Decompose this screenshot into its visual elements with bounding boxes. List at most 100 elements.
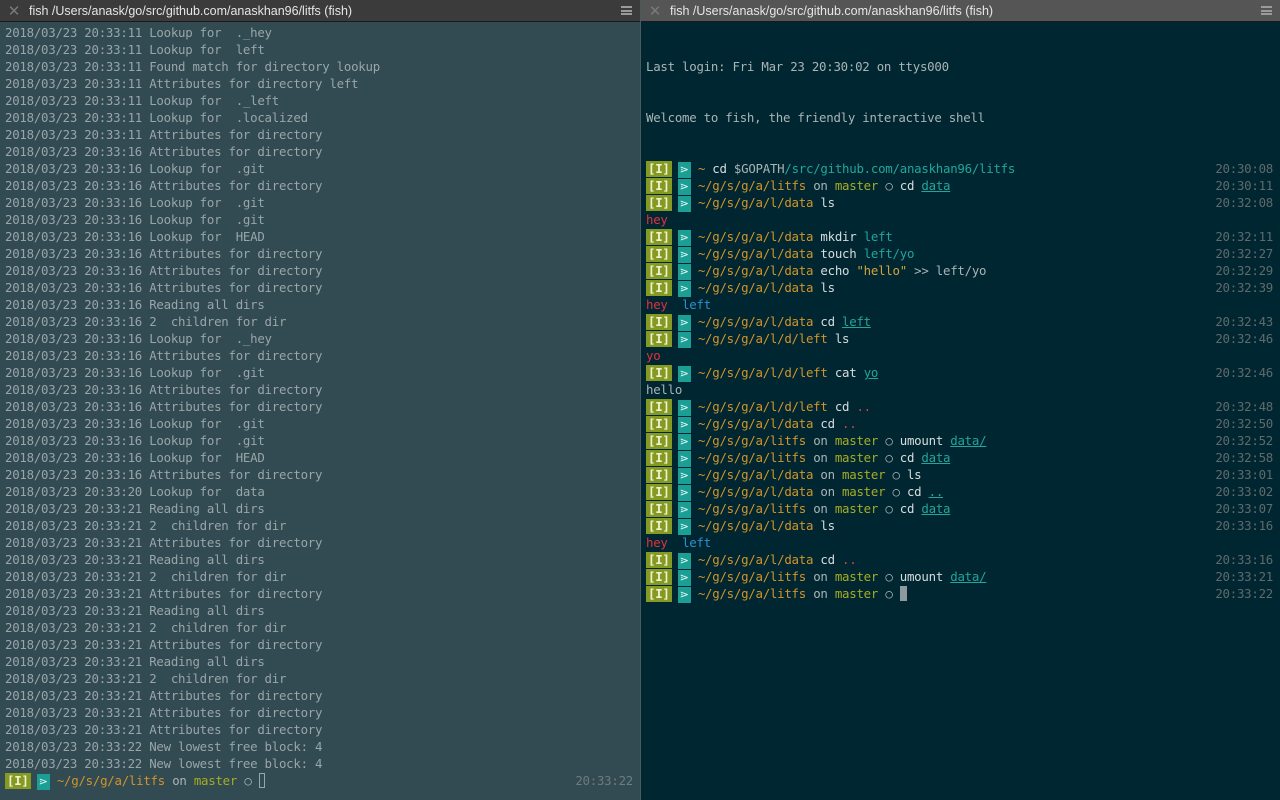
output-text: hey — [646, 535, 668, 550]
prompt-line: [I] ⋗ ~/g/s/g/a/l/data ls 20:33:16 — [646, 517, 1275, 535]
command-name: cd — [820, 416, 835, 431]
hamburger-menu-icon[interactable] — [621, 6, 632, 15]
text-cursor[interactable] — [899, 586, 907, 601]
log-line: 2018/03/23 20:33:21 Reading all dirs — [5, 501, 265, 516]
close-icon[interactable]: ✕ — [644, 2, 666, 20]
git-branch: master — [834, 450, 879, 465]
prompt-line: [I] ⋗ ~/g/s/g/a/litfs on master ○ 20:33:2… — [646, 585, 1275, 603]
log-line: 2018/03/23 20:33:21 Attributes for direc… — [5, 586, 323, 601]
prompt-arrow-icon: ⋗ — [677, 332, 691, 348]
prompt-timestamp: 20:32:27 — [1215, 246, 1273, 261]
prompt-arrow-icon: ⋗ — [677, 162, 691, 178]
right-pane-title: fish /Users/anask/go/src/github.com/anas… — [670, 3, 994, 18]
command-argument: data/ — [950, 433, 987, 448]
left-terminal-pane[interactable]: ✕ fish /Users/anask/go/src/github.com/an… — [0, 0, 640, 800]
prompt-line: [I] ⋗ ~/g/s/g/a/l/data ls 20:32:39 — [646, 279, 1275, 297]
command-name: cd — [820, 314, 835, 329]
git-dirty-indicator: ○ — [885, 586, 893, 601]
prompt-line: [I] ⋗ ~/g/s/g/a/l/data touch left/yo 20:32… — [646, 245, 1275, 263]
vi-mode-indicator: [I] — [646, 331, 672, 347]
right-terminal-output[interactable]: Last login: Fri Mar 23 20:30:02 on ttys0… — [646, 24, 1275, 603]
prompt-cwd: ~/g/s/g/a/l/data — [697, 280, 814, 295]
prompt-cwd: ~ — [697, 161, 706, 176]
prompt-cwd: ~/g/s/g/a/litfs — [697, 450, 806, 465]
prompt-timestamp: 20:32:39 — [1215, 280, 1273, 295]
prompt-cwd: ~/g/s/g/a/l/data — [697, 484, 814, 499]
log-line: 2018/03/23 20:33:11 Lookup for left — [5, 42, 265, 57]
command-argument: left — [863, 229, 893, 244]
prompt-arrow-icon: ⋗ — [677, 587, 691, 603]
git-dirty-indicator: ○ — [885, 569, 893, 584]
vi-mode-indicator: [I] — [646, 399, 672, 415]
prompt-cwd: ~/g/s/g/a/l/data — [697, 195, 814, 210]
prompt-arrow-icon: ⋗ — [677, 451, 691, 467]
right-terminal-pane[interactable]: ✕ fish /Users/anask/go/src/github.com/an… — [641, 0, 1280, 800]
prompt-cwd: ~/g/s/g/a/l/data — [697, 263, 814, 278]
vi-mode-indicator: [I] — [646, 178, 672, 194]
prompt-cwd: ~/g/s/g/a/litfs — [56, 773, 165, 788]
log-line: 2018/03/23 20:33:20 Lookup for data — [5, 484, 265, 499]
prompt-timestamp: 20:33:22 — [1215, 586, 1273, 601]
prompt-timestamp: 20:30:11 — [1215, 178, 1273, 193]
log-line: 2018/03/23 20:33:16 Attributes for direc… — [5, 399, 323, 414]
command-argument: .. — [928, 484, 944, 499]
hamburger-menu-icon[interactable] — [1261, 6, 1272, 15]
git-branch: master — [834, 178, 879, 193]
log-line: 2018/03/23 20:33:16 Attributes for direc… — [5, 178, 323, 193]
prompt-arrow-icon: ⋗ — [36, 774, 50, 790]
left-terminal-output[interactable]: 2018/03/23 20:33:11 Lookup for ._hey 2018… — [5, 24, 635, 790]
command-output-line: hey — [646, 211, 1275, 228]
prompt-arrow-icon: ⋗ — [677, 417, 691, 433]
vi-mode-indicator: [I] — [646, 552, 672, 568]
prompt-timestamp: 20:32:08 — [1215, 195, 1273, 210]
prompt-on: on — [820, 484, 835, 499]
prompt-on: on — [813, 450, 828, 465]
vi-mode-indicator: [I] — [646, 484, 672, 500]
log-line: 2018/03/23 20:33:21 2 children for dir — [5, 620, 287, 635]
vi-mode-indicator: [I] — [646, 467, 672, 483]
log-line: 2018/03/23 20:33:11 Attributes for direc… — [5, 127, 323, 142]
command-name: ls — [820, 518, 835, 533]
command-name: echo — [820, 263, 850, 278]
prompt-arrow-icon: ⋗ — [677, 468, 691, 484]
vi-mode-indicator: [I] — [646, 229, 672, 245]
log-line: 2018/03/23 20:33:16 Lookup for .git — [5, 365, 265, 380]
log-line: 2018/03/23 20:33:16 Lookup for ._hey — [5, 331, 272, 346]
log-line: 2018/03/23 20:33:22 New lowest free bloc… — [5, 756, 323, 771]
prompt-timestamp: 20:32:48 — [1215, 399, 1273, 414]
prompt-on: on — [820, 467, 835, 482]
output-text: left — [682, 297, 711, 312]
log-line: 2018/03/23 20:33:21 Reading all dirs — [5, 552, 265, 567]
prompt-arrow-icon: ⋗ — [677, 247, 691, 263]
log-line: 2018/03/23 20:33:21 2 children for dir — [5, 671, 287, 686]
log-line: 2018/03/23 20:33:16 Attributes for direc… — [5, 280, 323, 295]
log-line: 2018/03/23 20:33:21 2 children for dir — [5, 569, 287, 584]
prompt-arrow-icon: ⋗ — [677, 196, 691, 212]
vi-mode-indicator: [I] — [646, 450, 672, 466]
git-branch: master — [834, 586, 879, 601]
prompt-arrow-icon: ⋗ — [677, 485, 691, 501]
command-argument: data/ — [950, 569, 987, 584]
prompt-line: [I] ⋗ ~/g/s/g/a/l/d/left cd .. 20:32:48 — [646, 398, 1275, 416]
log-line: 2018/03/23 20:33:11 Lookup for ._left — [5, 93, 279, 108]
command-name: cd — [899, 178, 915, 193]
command-argument: data — [921, 450, 951, 465]
prompt-arrow-icon: ⋗ — [677, 570, 691, 586]
text-cursor[interactable] — [258, 773, 265, 788]
vi-mode-indicator: [I] — [646, 195, 672, 211]
prompt-cwd: ~/g/s/g/a/l/data — [697, 229, 814, 244]
log-line: 2018/03/23 20:33:16 Reading all dirs — [5, 297, 265, 312]
prompt-cwd: ~/g/s/g/a/l/d/left — [697, 365, 828, 380]
prompt-line: [I] ⋗ ~/g/s/g/a/l/data mkdir left 20:32:11 — [646, 228, 1275, 246]
right-pane-titlebar: ✕ fish /Users/anask/go/src/github.com/an… — [641, 0, 1280, 22]
command-name: umount — [899, 433, 944, 448]
vi-mode-indicator: [I] — [646, 586, 672, 602]
command-argument: $GOPATH — [733, 161, 785, 176]
prompt-line[interactable]: [I] ⋗ ~/g/s/g/a/litfs on master ○ 20:33:2… — [5, 772, 635, 790]
vi-mode-indicator: [I] — [646, 569, 672, 585]
command-output-line: hey left — [646, 534, 1275, 551]
command-name: cd — [712, 161, 727, 176]
close-icon[interactable]: ✕ — [3, 2, 25, 20]
prompt-on: on — [813, 501, 828, 516]
